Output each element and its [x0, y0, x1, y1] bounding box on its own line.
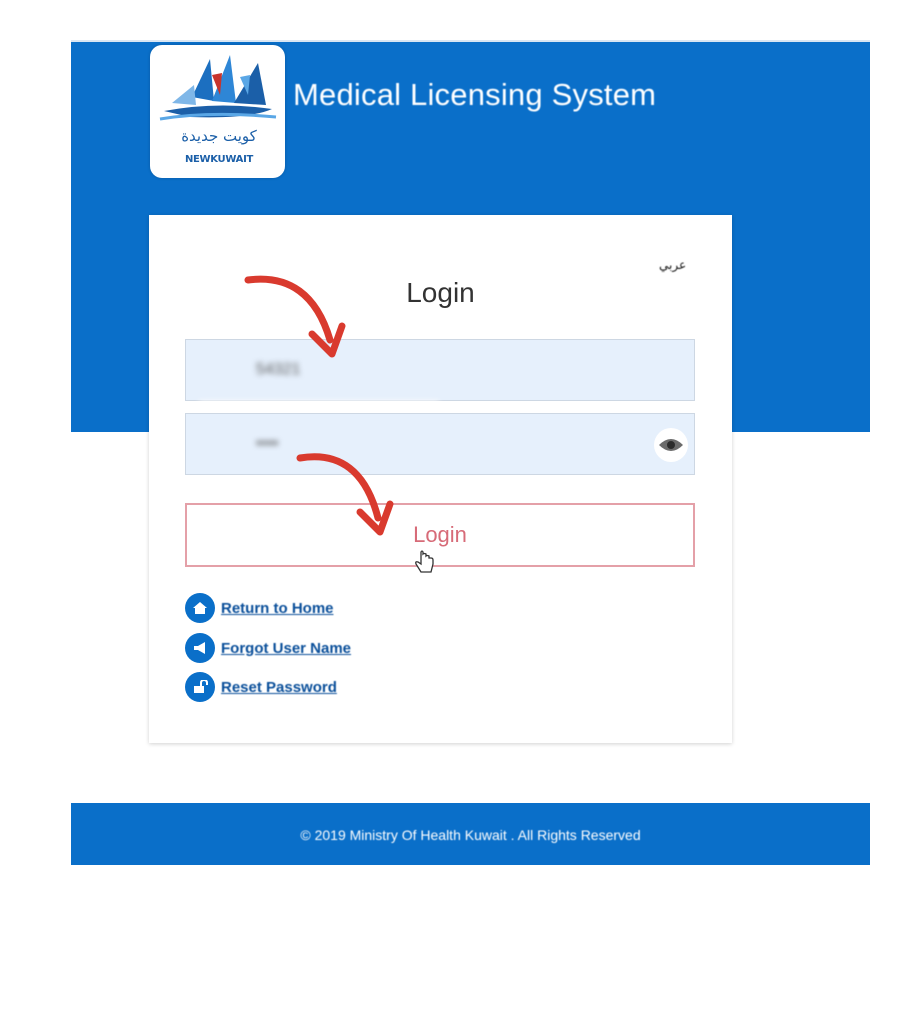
- password-input[interactable]: [186, 414, 694, 474]
- login-card: عربي Login Login Return to Home Forgot U…: [149, 215, 732, 743]
- forgot-user-name-link[interactable]: Forgot User Name: [185, 632, 351, 664]
- lock-icon: [185, 672, 215, 702]
- return-to-home-label[interactable]: Return to Home: [221, 600, 334, 617]
- show-password-toggle[interactable]: [654, 428, 688, 462]
- eye-icon: [659, 439, 683, 451]
- logo-english-text: NEWKUWAIT: [184, 154, 254, 165]
- footer: © 2019 Ministry Of Health Kuwait . All R…: [71, 803, 870, 865]
- red-arrow-icon: [296, 453, 394, 536]
- megaphone-icon: [185, 633, 215, 663]
- password-field[interactable]: [185, 413, 695, 475]
- logo-arabic-text: كويت جديدة: [181, 127, 257, 145]
- return-to-home-link[interactable]: Return to Home: [185, 592, 334, 624]
- arabic-language-link[interactable]: عربي: [659, 258, 686, 272]
- login-title: Login: [406, 277, 475, 308]
- login-button[interactable]: Login: [185, 503, 695, 567]
- new-kuwait-logo: كويت جديدة NEWKUWAIT: [150, 45, 285, 178]
- app-title: Medical Licensing System: [293, 77, 657, 112]
- reset-password-link[interactable]: Reset Password: [185, 671, 337, 703]
- hand-cursor-icon: [415, 550, 434, 573]
- red-arrow-icon: [244, 275, 346, 358]
- home-icon: [185, 593, 215, 623]
- reset-password-label[interactable]: Reset Password: [221, 679, 337, 696]
- copyright-text: © 2019 Ministry Of Health Kuwait . All R…: [300, 827, 641, 843]
- forgot-user-name-label[interactable]: Forgot User Name: [221, 640, 351, 657]
